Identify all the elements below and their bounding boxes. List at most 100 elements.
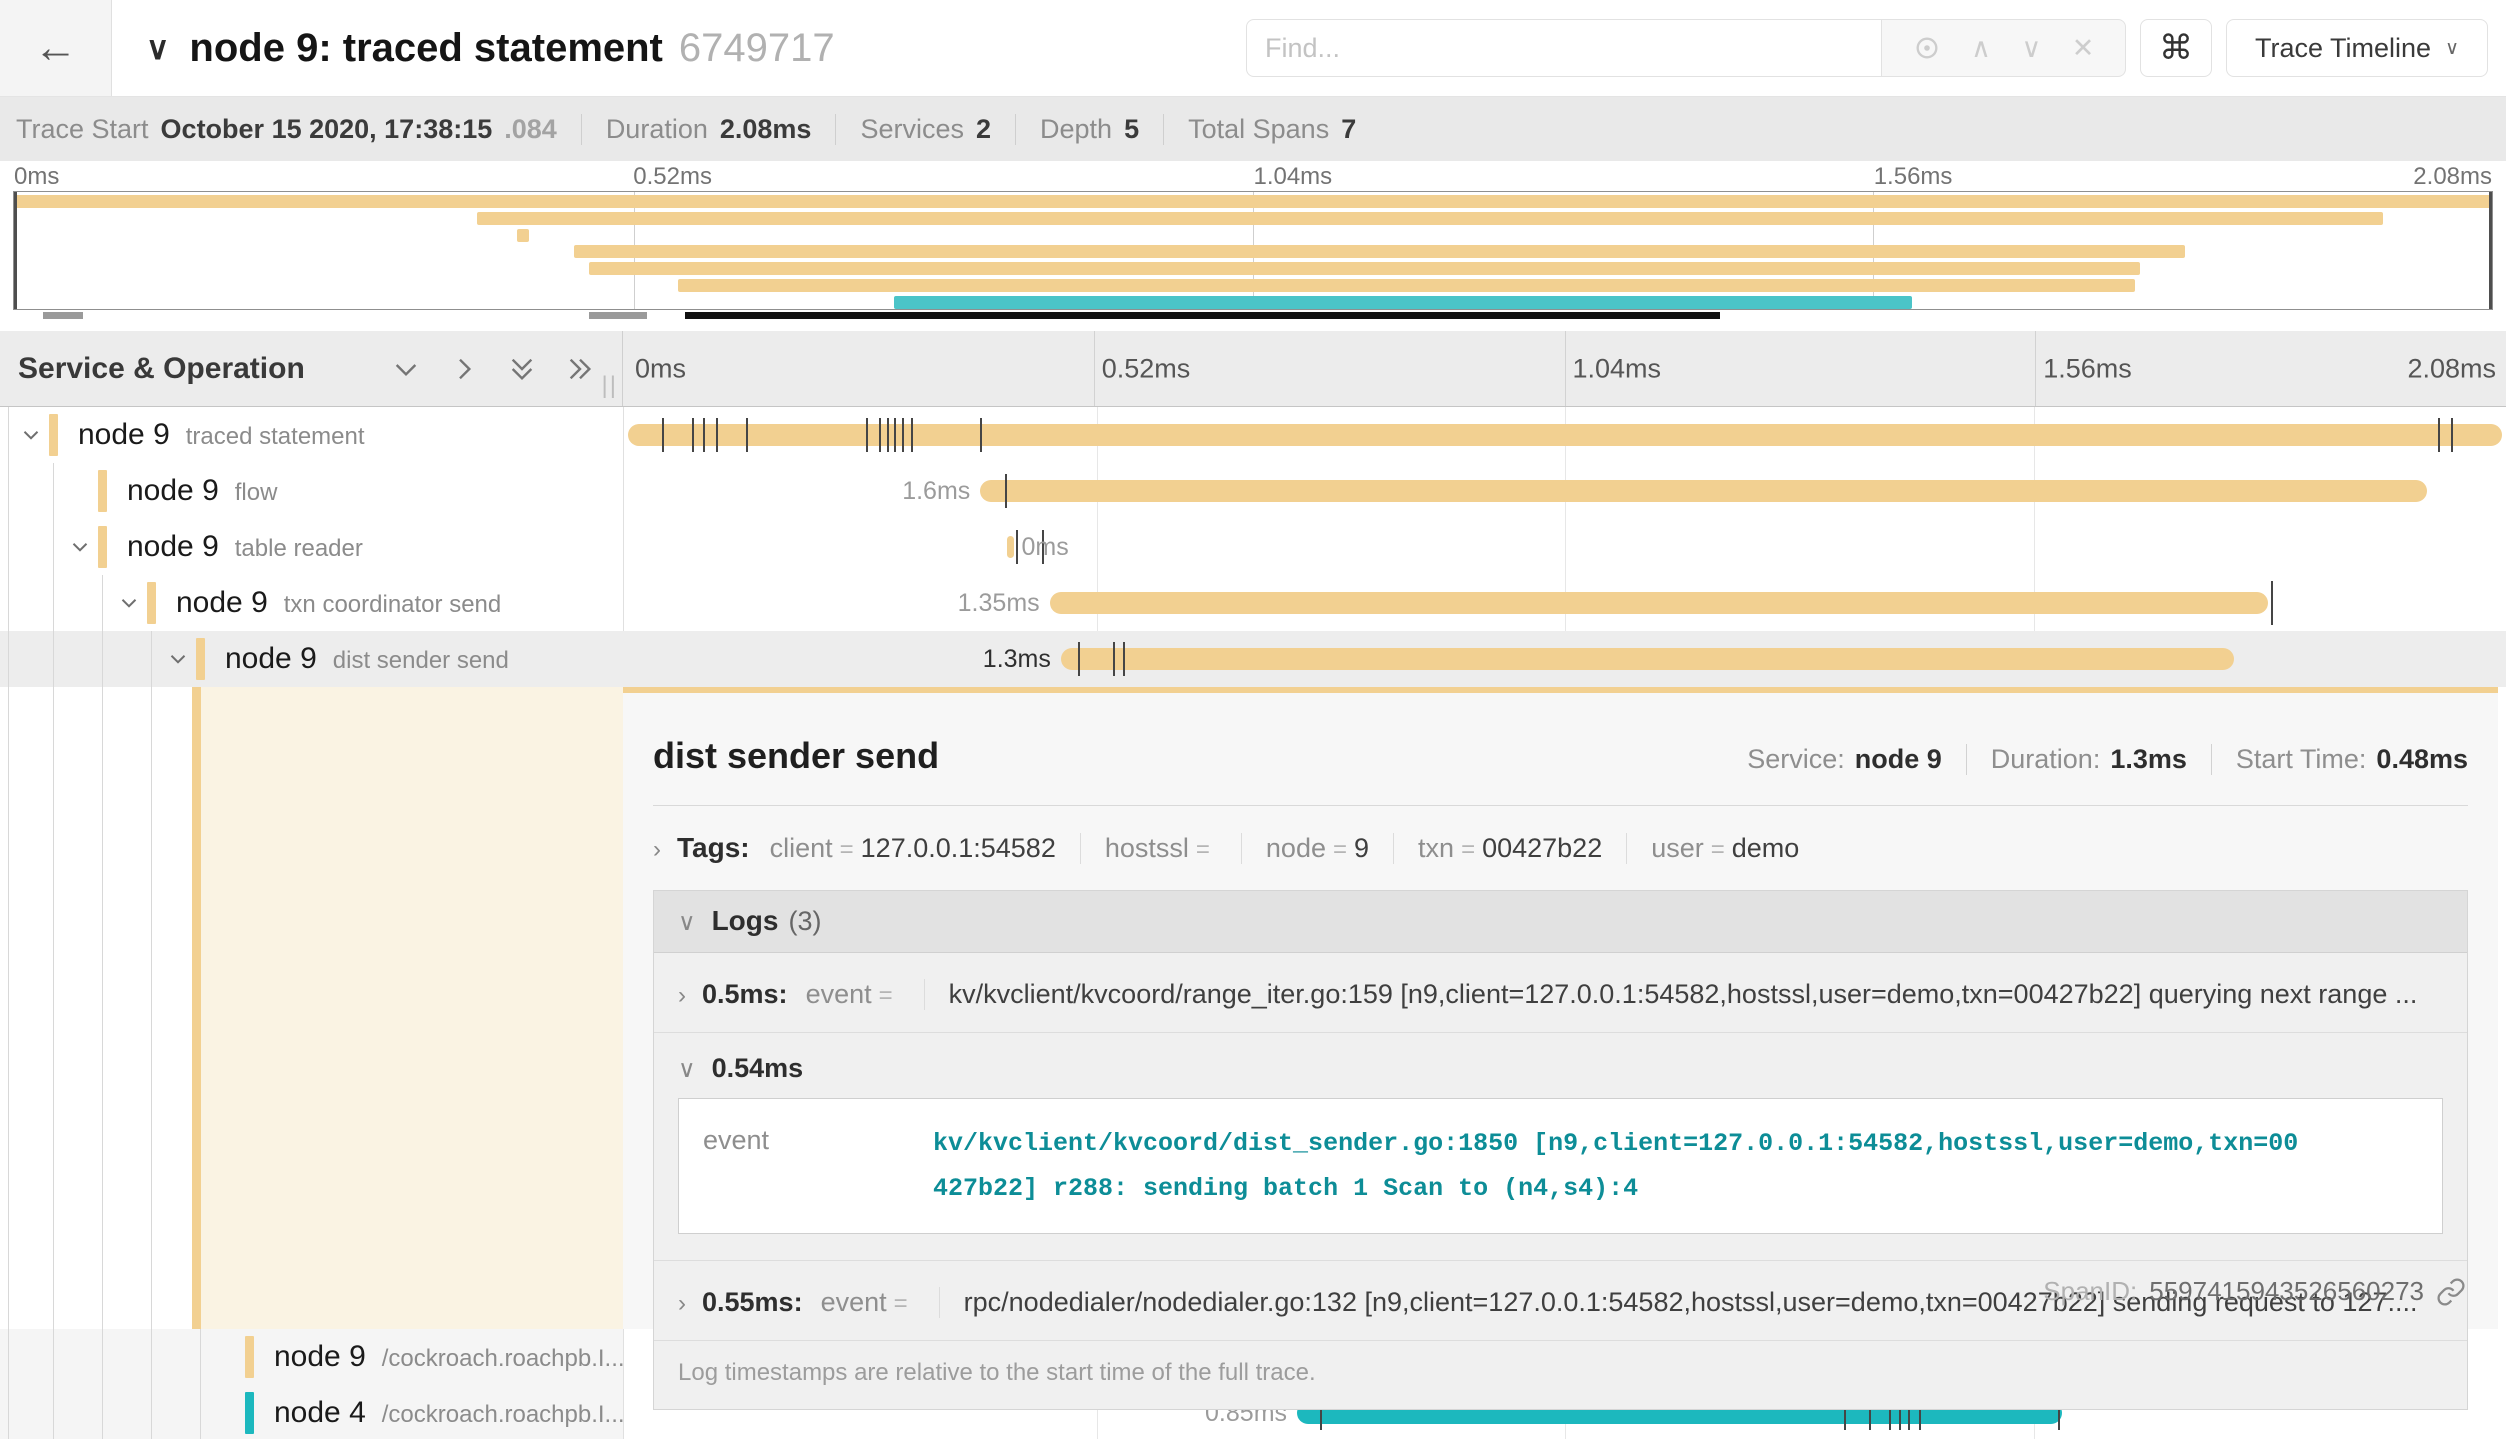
span-collapse-chevron-icon[interactable]	[18, 422, 44, 448]
indent-guide	[53, 1329, 54, 1385]
back-button[interactable]: ←	[0, 0, 112, 96]
span-name-cell[interactable]: node 9flow	[0, 463, 623, 519]
column-resize-grip[interactable]: ||	[602, 372, 618, 400]
next-match-icon[interactable]: ∨	[2021, 35, 2041, 62]
detail-divider	[653, 805, 2468, 806]
span-timeline-cell[interactable]: 0ms	[623, 519, 2506, 575]
chevron-down-icon[interactable]: ∨	[678, 908, 696, 937]
tags-row[interactable]: › Tags: client=127.0.0.1:54582hostssl=no…	[653, 832, 2468, 864]
span-duration-bar[interactable]	[628, 424, 2502, 446]
span-timeline-cell[interactable]: 1.3ms	[623, 631, 2506, 687]
log-kv-value: kv/kvclient/kvcoord/dist_sender.go:1850 …	[933, 1121, 2418, 1211]
timeline-header: Service & Operation || 0ms0.52ms1.04ms1.…	[0, 331, 2506, 407]
minimap-scrubber-left[interactable]	[14, 192, 17, 309]
log-marker-tick	[2438, 418, 2440, 452]
indent-guide	[200, 1385, 201, 1439]
span-name-cell[interactable]: node 9traced statement	[0, 407, 623, 463]
chevron-right-icon[interactable]: ›	[678, 1290, 686, 1318]
indent-guide	[8, 407, 9, 463]
timeline-ruler-label: 0ms	[635, 353, 686, 384]
locate-icon[interactable]	[1913, 34, 1941, 62]
collapse-all-icon[interactable]	[506, 353, 538, 385]
span-name-cell[interactable]: node 9table reader	[0, 519, 623, 575]
stat-duration: Duration:1.3ms	[1966, 744, 2187, 775]
span-collapse-chevron-icon[interactable]	[116, 590, 142, 616]
indent-guide	[102, 1385, 103, 1439]
prev-match-icon[interactable]: ∧	[1971, 35, 1991, 62]
log-marker-tick	[1123, 642, 1125, 676]
log-marker-tick	[716, 418, 718, 452]
span-collapse-chevron-icon[interactable]	[165, 646, 191, 672]
span-row[interactable]: node 9table reader 0ms	[0, 519, 2506, 575]
find-box: ∧ ∨ ✕	[1246, 19, 2126, 77]
service-color-swatch	[98, 526, 107, 568]
minimap-ruler-label: 1.04ms	[1253, 163, 1332, 191]
span-name-cell[interactable]: node 9/cockroach.roachpb.I...	[0, 1329, 623, 1385]
expand-all-icon[interactable]	[564, 353, 596, 385]
span-id-row: SpanID: 5597415943526560273	[2043, 1276, 2466, 1307]
tag-pair: client=127.0.0.1:54582	[770, 833, 1081, 864]
minimap-scrubber-right[interactable]	[2489, 192, 2492, 309]
span-row[interactable]: node 9txn coordinator send 1.35ms	[0, 575, 2506, 631]
span-duration-bar[interactable]	[980, 480, 2427, 502]
span-duration-label: 1.6ms	[902, 463, 980, 519]
span-duration-bar[interactable]	[1061, 648, 2234, 670]
find-tools: ∧ ∨ ✕	[1882, 19, 2126, 77]
span-name-cell[interactable]: node 4/cockroach.roachpb.I...	[0, 1385, 623, 1439]
link-icon[interactable]	[2436, 1277, 2466, 1307]
indent-guide	[151, 631, 152, 687]
trace-title-group[interactable]: ∨ node 9: traced statement 6749717	[146, 26, 835, 71]
logs-count: (3)	[788, 906, 821, 937]
span-row[interactable]: node 9flow 1.6ms	[0, 463, 2506, 519]
summary-item: Depth5	[1016, 114, 1164, 145]
indent-guide	[102, 1329, 103, 1385]
logs-header[interactable]: ∨ Logs (3)	[654, 891, 2467, 953]
top-bar: ← ∨ node 9: traced statement 6749717 ∧ ∨…	[0, 0, 2506, 97]
span-duration-bar[interactable]	[1050, 592, 2268, 614]
service-name: node 4	[274, 1396, 366, 1429]
minimap-ruler-label: 0ms	[14, 163, 59, 191]
logs-note: Log timestamps are relative to the start…	[654, 1340, 2467, 1409]
log-marker-tick	[980, 418, 982, 452]
chevron-down-icon[interactable]: ∨	[678, 1055, 696, 1084]
service-name: node 9	[225, 642, 317, 675]
log-marker-tick	[692, 418, 694, 452]
span-duration-label: 1.35ms	[958, 575, 1050, 631]
clear-search-icon[interactable]: ✕	[2072, 35, 2095, 62]
operation-name: flow	[235, 479, 278, 506]
minimap-handle[interactable]	[43, 312, 83, 319]
stat-service: Service:node 9	[1747, 744, 1942, 775]
span-name-cell[interactable]: node 9txn coordinator send	[0, 575, 623, 631]
page-title: node 9: traced statement	[189, 26, 662, 71]
span-name-cell[interactable]: node 9dist sender send	[0, 631, 623, 687]
keyboard-shortcuts-button[interactable]: ⌘	[2140, 19, 2212, 77]
find-input[interactable]	[1246, 19, 1882, 77]
log-entry-collapsed[interactable]: › 0.5ms: event = kv/kvclient/kvcoord/ran…	[654, 953, 2467, 1032]
timeline-ruler-label: 1.56ms	[2043, 353, 2132, 384]
view-selector-button[interactable]: Trace Timeline ∨	[2226, 19, 2488, 77]
chevron-right-icon[interactable]: ›	[653, 836, 661, 864]
span-row[interactable]: node 9dist sender send 1.3ms	[0, 631, 2506, 687]
span-collapse-chevron-icon[interactable]	[67, 534, 93, 560]
minimap-canvas[interactable]	[13, 191, 2493, 310]
indent-guide	[8, 1329, 9, 1385]
span-detail-stats: Service:node 9 Duration:1.3ms Start Time…	[1747, 744, 2468, 775]
collapse-one-icon[interactable]	[390, 353, 422, 385]
logs-title: Logs	[712, 905, 779, 937]
collapse-trace-chevron-icon[interactable]: ∨	[146, 29, 169, 67]
span-timeline-cell[interactable]	[623, 407, 2506, 463]
minimap-ruler-label: 0.52ms	[633, 163, 712, 191]
span-row[interactable]: node 9traced statement	[0, 407, 2506, 463]
log-entry-expanded-header[interactable]: ∨ 0.54ms	[654, 1033, 2467, 1088]
span-timeline-cell[interactable]: 1.6ms	[623, 463, 2506, 519]
span-id-value: 5597415943526560273	[2149, 1276, 2424, 1307]
span-timeline-cell[interactable]: 1.35ms	[623, 575, 2506, 631]
chevron-right-icon[interactable]: ›	[678, 982, 686, 1010]
minimap-span-bar	[477, 212, 2383, 225]
minimap-span-bar	[589, 262, 2140, 275]
service-color-swatch	[49, 414, 58, 456]
span-duration-bar[interactable]	[1007, 536, 1014, 558]
expand-one-icon[interactable]	[448, 353, 480, 385]
service-name: node 9	[127, 530, 219, 563]
minimap-handle[interactable]	[589, 312, 647, 319]
